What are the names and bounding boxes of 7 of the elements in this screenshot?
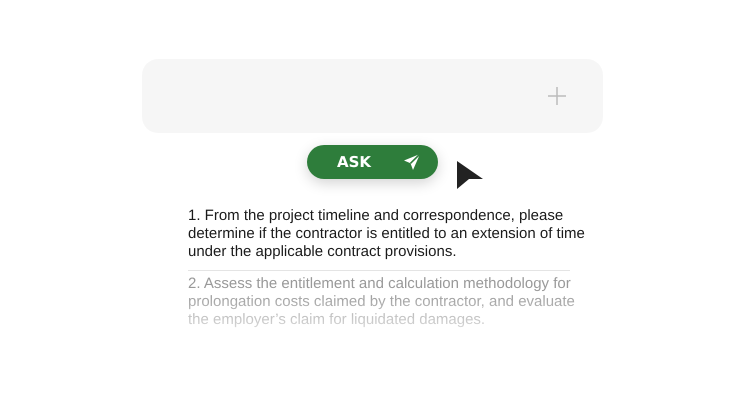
suggestion-text[interactable]: 2. Assess the entitlement and calculation methodology for prolongation costs claimed by the contractor, and evaluate the employer’s claim for liquidated damages. <box>188 273 588 337</box>
cursor-icon <box>456 160 484 190</box>
prompt-field[interactable] <box>142 59 602 133</box>
send-icon <box>403 153 422 171</box>
plus-icon[interactable] <box>546 86 566 106</box>
ask-button[interactable]: ASK <box>306 145 438 179</box>
suggestion-text[interactable]: 1. From the project timeline and correspondence, please determine if the contractor is entitled to an extension of time under the applicable contract provisions. <box>188 205 588 269</box>
